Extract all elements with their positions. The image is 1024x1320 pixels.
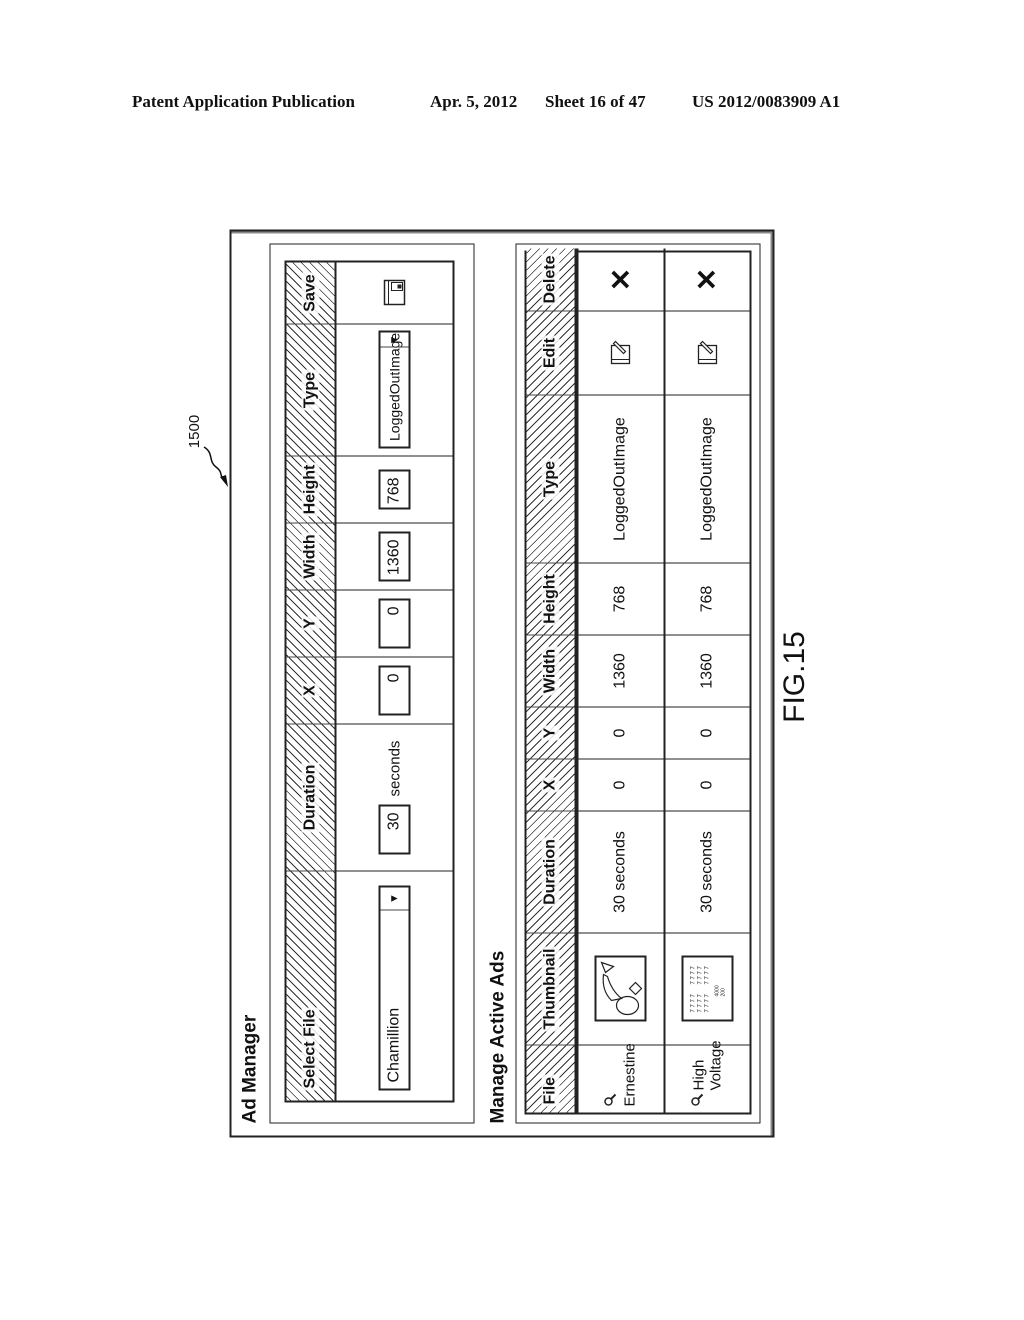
shapes-thumbnail-icon	[600, 962, 643, 1016]
type-cell: LoggedOutImage ▼	[336, 323, 453, 456]
save-cell	[337, 263, 453, 324]
height-cell: 768	[336, 455, 453, 523]
column-header-x: X	[526, 758, 575, 811]
edit-icon[interactable]	[696, 340, 718, 366]
width-cell: 1360	[578, 634, 663, 707]
column-header-thumbnail: Thumbnail	[526, 932, 575, 1045]
dropdown-arrow-icon[interactable]: ▼	[380, 887, 409, 911]
file-name[interactable]: High Voltage	[690, 1040, 725, 1090]
header-width: Width	[286, 522, 335, 590]
table-header-row: File Thumbnail Duration X Y Width Height…	[526, 248, 577, 1113]
thumbnail-cell	[578, 932, 663, 1045]
dropdown-arrow-icon[interactable]: ▼	[380, 333, 409, 348]
edit-icon[interactable]	[610, 340, 632, 366]
select-file-cell: Chamillion ▼	[336, 870, 453, 1101]
column-header-type: Type	[526, 394, 575, 563]
ad-manager-window: Ad Manager Select File Duration X Y Widt…	[229, 229, 775, 1138]
delete-x-icon[interactable]: ✕	[691, 268, 724, 291]
patent-number: US 2012/0083909 A1	[692, 92, 841, 111]
add-ad-panel: Select File Duration X Y Width Height Ty…	[269, 243, 475, 1124]
column-header-height: Height	[526, 562, 575, 635]
duration-cell: 30 seconds	[665, 810, 750, 933]
type-select-value: LoggedOutImage	[386, 332, 403, 441]
height-input[interactable]: 768	[378, 469, 411, 510]
publication-title: Patent Application Publication	[132, 92, 355, 111]
svg-text:7 7 7 7: 7 7 7 7	[704, 966, 710, 985]
y-input[interactable]: 0	[378, 598, 411, 649]
x-cell: 0	[578, 758, 663, 811]
patent-header: Patent Application Publication Apr. 5, 2…	[0, 92, 1024, 116]
duration-cell: 30 seconds	[336, 723, 453, 871]
svg-text:7 7 7 7: 7 7 7 7	[704, 994, 710, 1013]
header-height: Height	[286, 455, 335, 523]
duration-cell: 30 seconds	[578, 810, 663, 933]
width-cell: 1360	[336, 522, 453, 590]
y-cell: 0	[578, 706, 663, 759]
svg-text:7 7 7 7: 7 7 7 7	[690, 994, 696, 1013]
file-name[interactable]: Ernestine	[621, 1043, 638, 1106]
svg-text:7 7 7 7: 7 7 7 7	[697, 994, 703, 1013]
column-header-duration: Duration	[526, 810, 575, 933]
x-input[interactable]: 0	[378, 665, 411, 716]
height-cell: 768	[578, 562, 663, 635]
form-header-row: Select File Duration X Y Width Height Ty…	[286, 262, 337, 1101]
active-ads-panel: File Thumbnail Duration X Y Width Height…	[515, 243, 761, 1124]
header-duration: Duration	[286, 723, 335, 871]
add-ad-form: Select File Duration X Y Width Height Ty…	[284, 260, 455, 1103]
header-x: X	[286, 656, 335, 724]
svg-text:7 7 7 7: 7 7 7 7	[697, 966, 703, 985]
save-icon[interactable]	[383, 280, 406, 306]
delete-x-icon[interactable]: ✕	[604, 268, 637, 291]
header-type: Type	[286, 323, 335, 456]
edit-cell	[665, 310, 750, 395]
x-cell: 0	[336, 656, 453, 724]
header-y: Y	[286, 589, 335, 657]
manage-active-ads-title: Manage Active Ads	[487, 950, 509, 1124]
file-select[interactable]: Chamillion ▼	[378, 885, 411, 1091]
file-cell: Ernestine	[578, 1043, 663, 1113]
delete-cell: ✕	[579, 249, 664, 311]
column-header-edit: Edit	[526, 310, 575, 395]
height-cell: 768	[665, 562, 750, 635]
window-title: Ad Manager	[239, 1014, 261, 1124]
header-save: Save	[301, 272, 320, 314]
x-cell: 0	[665, 758, 750, 811]
header-select-file: Select File	[286, 870, 335, 1101]
file-cell: High Voltage	[665, 1040, 750, 1113]
column-header-width: Width	[526, 634, 575, 707]
table-row: Ernestine 30 seconds 0 0 1360 768 Logged…	[576, 248, 664, 1113]
width-cell: 1360	[665, 634, 750, 707]
thumbnail-cell: 7 7 7 77 7 7 77 7 7 7 7 7 7 77 7 7 77 7 …	[665, 932, 750, 1045]
file-select-value: Chamillion	[385, 1007, 403, 1083]
sheet-number: Sheet 16 of 47	[545, 92, 646, 111]
type-cell: LoggedOutImage	[665, 394, 750, 563]
type-cell: LoggedOutImage	[578, 394, 663, 563]
form-input-row: Chamillion ▼ 30 seconds 0 0 1360 768 Log…	[336, 263, 453, 1101]
svg-text:200: 200	[720, 988, 726, 997]
edit-cell	[578, 310, 663, 395]
duration-input[interactable]: 30	[378, 804, 411, 855]
svg-text:7 7 7 7: 7 7 7 7	[690, 966, 696, 985]
column-header-file: File	[526, 1044, 575, 1113]
type-select[interactable]: LoggedOutImage ▼	[378, 331, 411, 449]
figure-label: FIG.15	[778, 631, 811, 723]
width-input[interactable]: 1360	[378, 531, 411, 582]
publication-date: Apr. 5, 2012	[430, 92, 518, 111]
duration-unit-label: seconds	[386, 740, 403, 797]
column-header-y: Y	[526, 706, 575, 759]
shapes-thumbnail[interactable]	[594, 956, 647, 1022]
magnifier-icon[interactable]	[603, 1093, 621, 1107]
y-cell: 0	[336, 589, 453, 657]
column-header-delete: Delete	[541, 253, 560, 306]
chart-thumbnail[interactable]: 7 7 7 77 7 7 77 7 7 7 7 7 7 77 7 7 77 7 …	[681, 956, 734, 1022]
chart-thumbnail-icon: 7 7 7 77 7 7 77 7 7 7 7 7 7 77 7 7 77 7 …	[690, 966, 726, 1013]
delete-cell: ✕	[665, 249, 750, 311]
active-ads-table: File Thumbnail Duration X Y Width Height…	[524, 248, 752, 1115]
table-row: High Voltage 7 7 7 77 7 7 77 7 7 7 7 7 7…	[663, 248, 750, 1113]
y-cell: 0	[665, 706, 750, 759]
magnifier-icon[interactable]	[690, 1093, 708, 1107]
